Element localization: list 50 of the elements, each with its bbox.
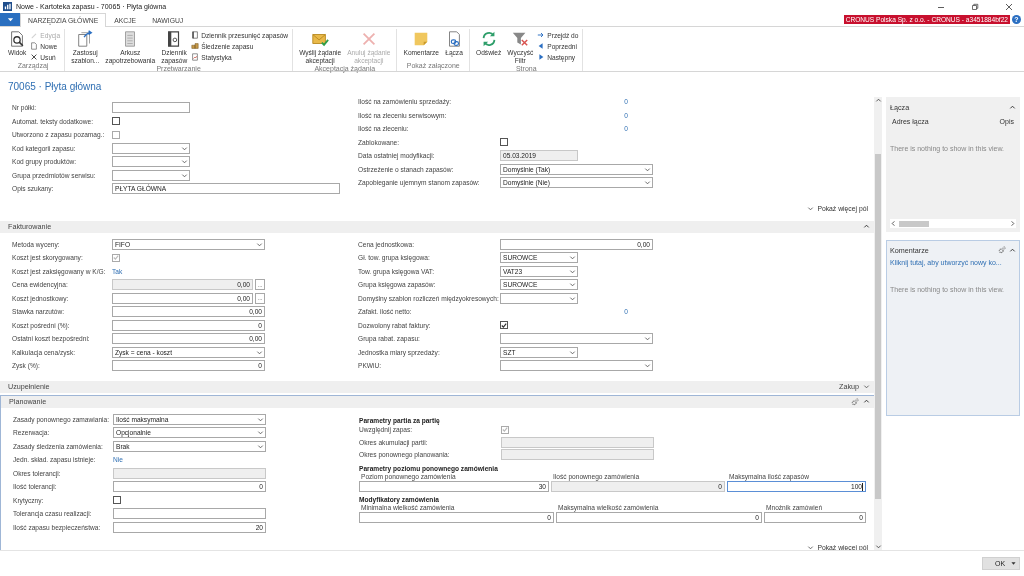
caret-down-icon bbox=[6, 16, 14, 23]
text-field[interactable] bbox=[112, 102, 190, 114]
scroll-thumb[interactable] bbox=[899, 220, 929, 227]
journal-icon bbox=[191, 31, 200, 39]
pencil-icon bbox=[30, 31, 39, 39]
gear-icon[interactable] bbox=[851, 397, 859, 406]
restore-icon bbox=[971, 2, 979, 11]
chevron-up-icon bbox=[1009, 246, 1016, 254]
app-menu-button[interactable] bbox=[0, 13, 20, 26]
horizontal-scrollbar[interactable] bbox=[890, 219, 1016, 228]
checkbox[interactable] bbox=[500, 321, 508, 330]
checkbox[interactable] bbox=[113, 496, 121, 505]
chevron-down-icon bbox=[644, 362, 651, 370]
scrollbar[interactable] bbox=[874, 97, 882, 550]
scroll-left-icon[interactable] bbox=[890, 220, 897, 227]
chart-document-icon bbox=[191, 53, 200, 61]
arrow-right-icon bbox=[537, 31, 546, 39]
document-arrow-icon bbox=[76, 30, 95, 48]
checkbox[interactable] bbox=[112, 117, 120, 126]
chevron-down-icon bbox=[256, 240, 263, 248]
chevron-down-icon bbox=[863, 383, 870, 390]
chevron-up-icon bbox=[1009, 103, 1016, 111]
boxes-icon bbox=[191, 42, 200, 50]
chevron-down-icon bbox=[256, 348, 263, 356]
dropdown[interactable] bbox=[500, 292, 578, 304]
chevron-up-icon bbox=[863, 223, 870, 230]
scroll-right-icon[interactable] bbox=[1009, 220, 1016, 227]
filter-clear-icon bbox=[511, 30, 530, 48]
triangle-right-icon bbox=[537, 53, 546, 61]
page-title: 70065 · Płyta główna bbox=[8, 81, 102, 92]
dropdown[interactable] bbox=[112, 156, 190, 168]
chevron-down-icon bbox=[644, 335, 651, 343]
checkbox[interactable] bbox=[500, 138, 508, 147]
page-icon bbox=[30, 42, 39, 50]
scroll-thumb[interactable] bbox=[875, 154, 881, 499]
dropdown[interactable] bbox=[112, 142, 190, 154]
scroll-up-icon[interactable] bbox=[874, 97, 882, 104]
gear-icon[interactable] bbox=[998, 246, 1006, 254]
chevron-down-icon bbox=[807, 205, 815, 212]
text-field[interactable] bbox=[113, 508, 266, 520]
chevron-down-icon bbox=[569, 348, 576, 356]
scroll-down-icon[interactable] bbox=[874, 543, 882, 550]
delete-icon bbox=[30, 53, 39, 61]
caret-down-icon bbox=[1011, 561, 1016, 566]
chevron-down-icon bbox=[807, 543, 815, 550]
dropdown[interactable] bbox=[112, 169, 190, 181]
chevron-up-icon bbox=[863, 398, 870, 405]
dropdown[interactable] bbox=[500, 360, 653, 372]
close-icon bbox=[1005, 2, 1013, 11]
triangle-left-icon bbox=[537, 42, 546, 50]
